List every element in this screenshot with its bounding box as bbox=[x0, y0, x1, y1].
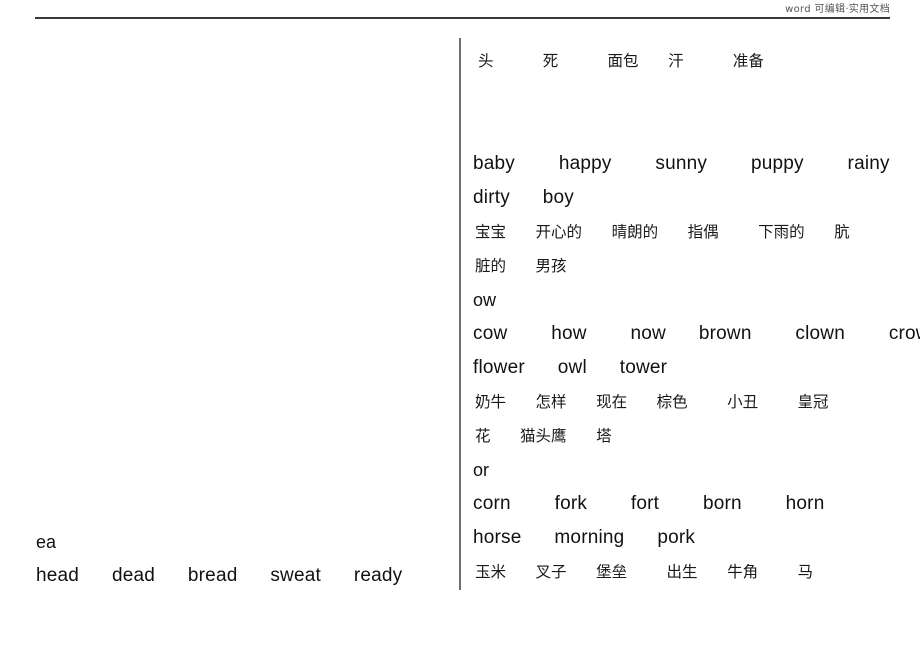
translation-line-ow-2: 花 猫头鹰 塔 bbox=[475, 427, 612, 445]
word-line-ea-1: head dead bread sweat ready bbox=[36, 565, 403, 586]
watermark-text: word 可编辑·实用文档 bbox=[785, 4, 890, 15]
translation-line-y-2: 脏的 男孩 bbox=[475, 257, 567, 275]
word-line-y-2: dirty boy bbox=[473, 187, 575, 208]
word-line-ow-2: flower owl tower bbox=[473, 357, 668, 378]
translation-line-or-1: 玉米 叉子 堡垒 出生 牛角 马 bbox=[475, 563, 814, 581]
pattern-heading-ea: ea bbox=[36, 532, 57, 552]
left-column: ea head dead bread sweat ready bbox=[0, 22, 455, 651]
word-line-or-2: horse morning pork bbox=[473, 527, 696, 548]
word-line-y-1: baby happy sunny puppy rainy bbox=[473, 153, 890, 174]
pattern-heading-or: or bbox=[473, 460, 490, 480]
column-divider bbox=[459, 38, 461, 590]
page-body: ea head dead bread sweat ready 头 死 面包 汗 … bbox=[0, 22, 920, 651]
word-line-or-1: corn fork fort born horn bbox=[473, 493, 825, 514]
word-line-ow-1: cow how now brown clown crown bbox=[473, 323, 920, 344]
header-horizontal-rule bbox=[35, 17, 890, 19]
pattern-heading-ow: ow bbox=[473, 290, 497, 310]
document-header: word 可编辑·实用文档 bbox=[0, 0, 920, 22]
translation-line-y-1: 宝宝 开心的 晴朗的 指偶 下雨的 肮 bbox=[475, 223, 850, 241]
translation-line-continued: 头 死 面包 汗 准备 bbox=[478, 52, 764, 70]
translation-line-ow-1: 奶牛 怎样 现在 棕色 小丑 皇冠 bbox=[475, 393, 829, 411]
right-column: 头 死 面包 汗 准备 baby happy sunny puppy rainy… bbox=[463, 22, 920, 651]
